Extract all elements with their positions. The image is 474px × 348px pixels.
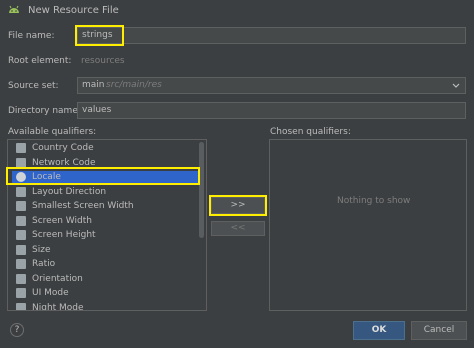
qualifier-item[interactable]: Size xyxy=(12,244,198,257)
qualifier-label: Layout Direction xyxy=(32,186,107,197)
chosen-qualifiers-list[interactable]: Nothing to show xyxy=(269,139,467,311)
locale-highlight xyxy=(6,167,200,185)
qualifier-label: Size xyxy=(32,244,51,255)
qualifier-label: Country Code xyxy=(32,143,94,153)
qualifier-item[interactable]: Layout Direction xyxy=(12,186,198,199)
ratio-icon xyxy=(16,259,26,269)
source-set-value: main xyxy=(82,80,105,90)
night-mode-icon xyxy=(16,302,26,310)
qualifier-label: Network Code xyxy=(32,157,96,168)
android-icon xyxy=(9,5,19,13)
directory-name-value: values xyxy=(82,105,112,115)
qualifier-label: UI Mode xyxy=(32,288,69,298)
directory-name-label: Directory name: xyxy=(8,106,81,116)
qualifier-item[interactable]: Orientation xyxy=(12,273,198,286)
qualifier-label: Screen Height xyxy=(32,230,96,240)
qualifier-item[interactable]: Screen Height xyxy=(12,229,198,242)
ui-mode-icon xyxy=(16,288,26,298)
qualifier-label: Ratio xyxy=(32,259,56,269)
title-bar: New Resource File xyxy=(0,0,474,22)
qualifier-label: Screen Width xyxy=(32,215,92,226)
qualifier-item[interactable]: Smallest Screen Width xyxy=(12,200,198,213)
qualifier-item[interactable]: Screen Width xyxy=(12,215,198,228)
qualifier-label: Smallest Screen Width xyxy=(32,201,134,211)
file-name-highlight xyxy=(75,25,124,46)
network-icon xyxy=(16,157,26,168)
screen-width-icon xyxy=(16,215,26,226)
qualifier-item[interactable]: UI Mode xyxy=(12,287,198,300)
orientation-icon xyxy=(16,273,26,284)
screen-height-icon xyxy=(16,230,26,240)
source-set-label: Source set: xyxy=(8,81,59,91)
add-button-highlight xyxy=(209,195,267,216)
remove-qualifier-button[interactable]: << xyxy=(211,221,265,236)
layout-direction-icon xyxy=(16,186,26,197)
qualifier-item[interactable]: Country Code xyxy=(12,142,198,155)
qualifier-label: Night Mode xyxy=(32,302,84,311)
screen-width-icon xyxy=(16,201,26,211)
source-set-dropdown[interactable]: main src/main/res xyxy=(77,77,466,94)
chevron-down-icon xyxy=(452,83,460,88)
flag-icon xyxy=(16,143,26,153)
root-element-label: Root element: xyxy=(8,56,72,66)
file-name-label: File name: xyxy=(8,31,55,41)
empty-list-message: Nothing to show xyxy=(337,196,411,206)
file-name-field[interactable]: strings xyxy=(77,27,466,44)
available-qualifiers-label: Available qualifiers: xyxy=(8,127,97,137)
size-icon xyxy=(16,244,26,255)
chosen-qualifiers-label: Chosen qualifiers: xyxy=(270,127,351,137)
list-scrollbar[interactable] xyxy=(199,142,204,238)
help-button[interactable]: ? xyxy=(10,323,24,337)
source-set-path: src/main/res xyxy=(106,80,162,90)
qualifier-item[interactable]: Ratio xyxy=(12,258,198,271)
directory-name-field[interactable]: values xyxy=(77,102,466,119)
root-element-value: resources xyxy=(81,56,125,66)
cancel-button[interactable]: Cancel xyxy=(411,321,467,340)
available-qualifiers-list[interactable]: Country Code Network Code Locale Layout Dir… xyxy=(7,139,207,311)
qualifier-item[interactable]: Night Mode xyxy=(12,302,198,311)
window-title: New Resource File xyxy=(28,5,119,16)
ok-button[interactable]: OK xyxy=(353,321,405,340)
qualifier-label: Orientation xyxy=(32,273,83,284)
